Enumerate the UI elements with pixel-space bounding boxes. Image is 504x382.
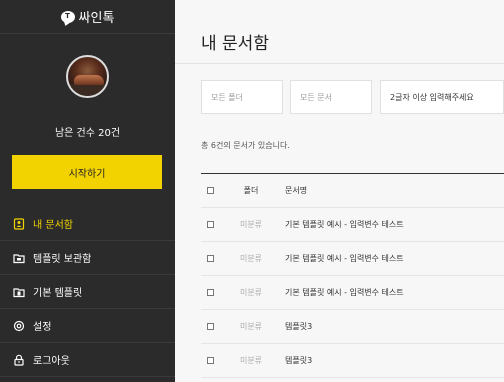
lock-icon [13, 354, 25, 366]
user-doc-icon [13, 217, 25, 230]
sidebar-item-template-storage[interactable]: 템플릿 보관함 [0, 241, 175, 275]
table-row[interactable]: 미분류 기본 템플릿 예시 - 입력변수 테스트 [201, 276, 504, 310]
sidebar-item-label: 기본 템플릿 [33, 288, 83, 299]
gear-icon [13, 320, 25, 332]
folder-doc-icon [13, 286, 25, 298]
sidebar: T 싸인톡 남은 건수 20건 시작하기 내 문서함 템플릿 보관함 기본 템플… [0, 0, 175, 382]
app-name[interactable]: 싸인톡 [79, 7, 115, 26]
table-row[interactable]: 미분류 기본 템플릿 예시 - 입력변수 테스트 [201, 208, 504, 242]
row-document-name[interactable]: 템플릿3 [285, 344, 312, 378]
row-checkbox[interactable] [207, 221, 214, 228]
row-document-name[interactable]: 기본 템플릿 예시 - 입력변수 테스트 [285, 276, 404, 310]
avatar-car [74, 75, 104, 85]
avatar[interactable] [66, 55, 109, 98]
avatar-road [68, 84, 107, 96]
row-document-name[interactable]: 기본 템플릿 예시 - 입력변수 테스트 [285, 208, 404, 242]
row-document-name[interactable]: 템플릿3 [285, 310, 312, 344]
row-checkbox[interactable] [207, 289, 214, 296]
sidebar-nav: 내 문서함 템플릿 보관함 기본 템플릿 설정 로그아웃 [0, 207, 175, 377]
document-select[interactable]: 모든 문서 [290, 80, 372, 114]
document-count: 총 6건의 문서가 있습니다. [201, 141, 290, 150]
row-folder: 미분류 [239, 288, 263, 297]
header-folder: 폴더 [243, 186, 259, 195]
title-divider [175, 63, 504, 64]
search-input[interactable]: 2글자 이상 입력해주세요 [380, 80, 504, 114]
page-title: 내 문서함 [201, 34, 269, 54]
chat-bubble-logo-icon: T [60, 10, 75, 23]
sidebar-item-basic-templates[interactable]: 기본 템플릿 [0, 275, 175, 309]
start-button[interactable]: 시작하기 [12, 155, 162, 189]
sidebar-item-label: 로그아웃 [33, 356, 70, 367]
header-document-name: 문서명 [285, 186, 308, 195]
sidebar-item-my-documents[interactable]: 내 문서함 [0, 207, 175, 241]
row-checkbox[interactable] [207, 255, 214, 262]
sidebar-item-label: 내 문서함 [33, 220, 73, 231]
folder-select[interactable]: 모든 폴더 [201, 80, 283, 114]
row-folder: 미분류 [239, 322, 263, 331]
row-folder: 미분류 [239, 254, 263, 263]
row-folder: 미분류 [239, 356, 263, 365]
main-content: 내 문서함 모든 폴더 모든 문서 2글자 이상 입력해주세요 총 6건의 문서… [175, 0, 504, 382]
sidebar-item-settings[interactable]: 설정 [0, 309, 175, 343]
sidebar-item-label: 설정 [33, 322, 52, 333]
app-header: T 싸인톡 [0, 0, 175, 34]
row-checkbox[interactable] [207, 357, 214, 364]
remaining-count: 남은 건수 20건 [54, 128, 121, 139]
row-document-name[interactable]: 기본 템플릿 예시 - 입력변수 테스트 [285, 242, 404, 276]
row-folder: 미분류 [239, 220, 263, 229]
table-row[interactable]: 미분류 템플릿3 [201, 310, 504, 344]
logo-mark: T [65, 12, 70, 20]
sidebar-item-label: 템플릿 보관함 [33, 254, 92, 265]
table-header-row: 폴더 문서명 [201, 174, 504, 208]
sidebar-item-logout[interactable]: 로그아웃 [0, 343, 175, 377]
table-row[interactable]: 미분류 기본 템플릿 예시 - 입력변수 테스트 [201, 242, 504, 276]
select-all-checkbox[interactable] [207, 187, 214, 194]
row-checkbox[interactable] [207, 323, 214, 330]
table-row[interactable]: 미분류 템플릿3 [201, 344, 504, 378]
folder-box-icon [13, 252, 25, 264]
